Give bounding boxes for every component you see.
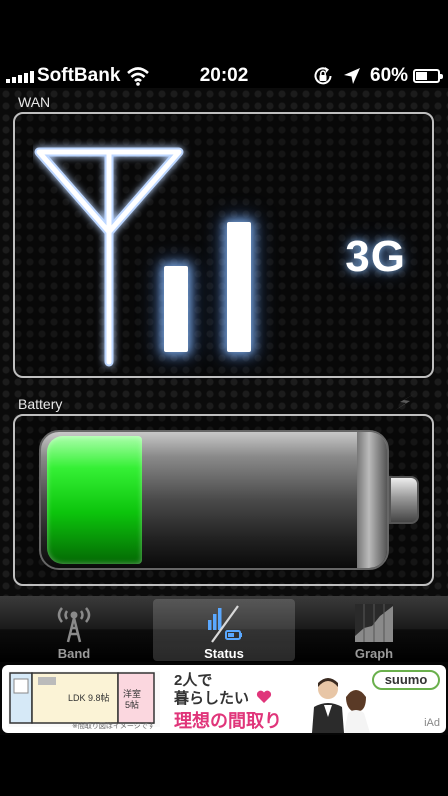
tab-status[interactable]: Status: [153, 599, 295, 661]
antenna-tower-icon: [57, 607, 91, 643]
battery-percent: 60%: [370, 65, 409, 86]
signal-bar-1: [164, 266, 188, 352]
ad-headline-2: 暮らしたい: [174, 690, 250, 707]
status-bar: SoftBank 20:02 60%: [0, 0, 448, 88]
location-arrow-icon: [344, 68, 360, 84]
tab-status-label: Status: [204, 646, 244, 661]
status-content: WAN 3G Battery: [0, 88, 448, 596]
heart-icon: [256, 690, 272, 703]
suumo-logo: suumo: [372, 670, 440, 690]
network-type-label: 3G: [345, 232, 406, 281]
battery-panel: [13, 414, 434, 586]
iad-label: iAd: [424, 717, 440, 729]
rotation-lock-icon: [314, 67, 332, 85]
tab-band-label: Band: [57, 646, 91, 661]
iad-banner[interactable]: LDK 9.8帖 洋室 5帖 ※間取り図はイメージです 2人で 暮らしたい 理想…: [2, 665, 446, 733]
wan-section-label: WAN: [18, 94, 51, 110]
couple-photo: [312, 678, 370, 733]
signal-bar-2: [227, 222, 251, 352]
tab-band[interactable]: Band: [3, 599, 145, 661]
battery-terminal: [389, 476, 419, 524]
charging-bolt-icon: [394, 393, 416, 411]
status-signal-battery-icon: [208, 605, 242, 643]
floorplan-room-size: 5帖: [125, 700, 140, 710]
floorplan-note: ※間取り図はイメージです: [72, 723, 155, 730]
tab-graph-label: Graph: [354, 646, 394, 661]
wan-panel: 3G: [13, 112, 434, 378]
tab-bar: Band Status Graph: [0, 596, 448, 662]
graph-icon: [355, 604, 393, 642]
battery-gauge: [39, 430, 425, 570]
battery-body: [39, 430, 389, 570]
status-battery-icon: [413, 69, 443, 83]
ad-headline-3: 理想の間取り: [174, 711, 282, 731]
bottom-area: [0, 735, 448, 796]
battery-level-fill: [47, 436, 142, 564]
battery-section-label: Battery: [18, 396, 63, 412]
floorplan-ldk: LDK 9.8帖: [68, 693, 110, 703]
tab-graph[interactable]: Graph: [303, 599, 445, 661]
